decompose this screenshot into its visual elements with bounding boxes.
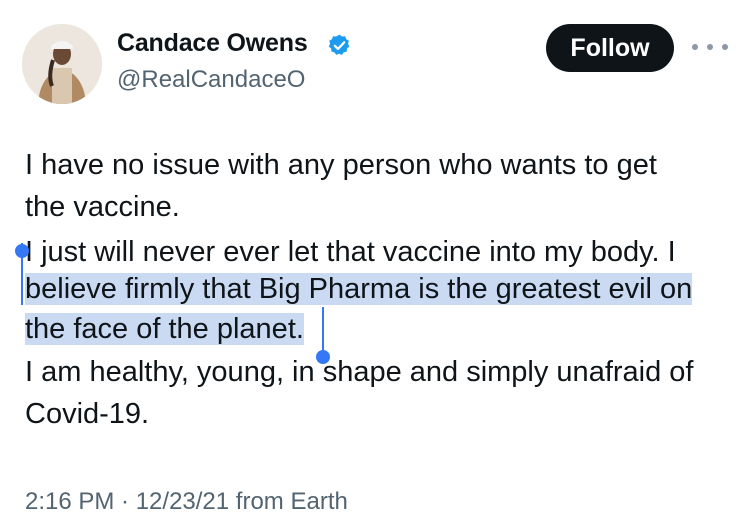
selection-start-knob[interactable] (15, 244, 29, 258)
tweet-line-selected: the face of the planet. (25, 310, 304, 349)
verified-badge-icon (328, 34, 350, 55)
tweet-line: Covid-19. (25, 398, 150, 430)
tweet-line: I have no issue with any person who want… (25, 149, 657, 181)
avatar[interactable] (22, 24, 102, 104)
tweet-line: the vaccine. (25, 191, 180, 223)
user-handle[interactable]: @RealCandaceO (117, 66, 305, 94)
more-options-icon[interactable] (692, 37, 728, 57)
tweet: Candace Owens @RealCandaceO Follow I hav… (0, 0, 750, 517)
more-dot (692, 44, 698, 50)
selection-end-knob[interactable] (316, 350, 330, 364)
more-dot (707, 44, 713, 50)
more-dot (722, 44, 728, 50)
profile-photo-icon (22, 24, 102, 104)
tweet-line-selected: believe firmly that Big Pharma is the gr… (25, 270, 693, 309)
selected-text: believe firmly that Big Pharma is the gr… (25, 273, 693, 305)
tweet-line: I am healthy, young, in shape and simply… (25, 356, 694, 388)
display-name[interactable]: Candace Owens (117, 29, 308, 58)
follow-button[interactable]: Follow (546, 24, 674, 72)
tweet-line: I just will never ever let that vaccine … (25, 236, 676, 268)
selected-text: the face of the planet. (25, 313, 304, 345)
tweet-timestamp[interactable]: 2:16 PM · 12/23/21 from Earth (25, 488, 348, 516)
